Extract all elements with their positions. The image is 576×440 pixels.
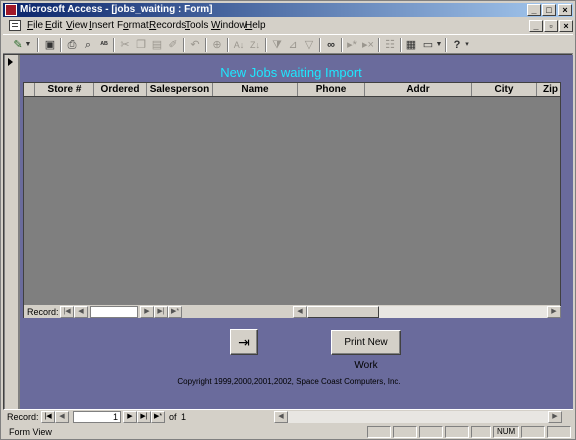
delete-record-icon[interactable]: ▸× [359, 37, 377, 53]
mdi-close-button[interactable]: × [559, 20, 573, 32]
mdi-minimize-button[interactable]: _ [529, 20, 543, 32]
status-panel-8 [547, 426, 571, 438]
subform-record-label: Record: [27, 307, 59, 317]
copyright-notice: Copyright 1999,2000,2001,2002, Space Coa… [177, 377, 401, 386]
menu-view[interactable]: View [66, 20, 88, 32]
window-title: Microsoft Access - [jobs_waiting : Form] [20, 4, 213, 15]
new-record-button[interactable]: ▶* [151, 411, 165, 423]
jobs-subform[interactable]: Store # Ordered Salesperson Name Phone A… [23, 82, 561, 318]
record-number-field[interactable]: 1 [73, 411, 121, 423]
status-panel-4 [445, 426, 469, 438]
status-bar: Form View NUM [3, 425, 573, 439]
hyperlink-icon[interactable]: ⊕ [208, 37, 226, 53]
print-new-work-button[interactable]: Print New Work [331, 330, 401, 371]
title-bar[interactable]: Microsoft Access - [jobs_waiting : Form]… [3, 3, 573, 17]
subform-scroll-left-button[interactable]: ◀ [293, 306, 307, 318]
find-icon[interactable]: ∞ [322, 37, 340, 53]
column-header-ordered[interactable]: Ordered [94, 83, 147, 96]
view-dropdown-icon[interactable]: ▼ [23, 37, 33, 53]
status-panel-3 [419, 426, 443, 438]
current-record-arrow-icon [8, 58, 13, 66]
subform-first-record-button[interactable]: |◀ [60, 306, 74, 318]
menu-tools[interactable]: Tools [185, 20, 208, 32]
spelling-icon[interactable]: ᴬᴮ [95, 37, 113, 53]
status-panel-1 [367, 426, 391, 438]
database-window-icon[interactable]: ▦ [402, 37, 420, 53]
record-navigation-bar: Record: |◀ ◀ 1 ▶ ▶| ▶* of 1 ◀ ▶ [3, 410, 573, 424]
save-icon[interactable]: ▣ [41, 37, 59, 53]
column-header-phone[interactable]: Phone [298, 83, 365, 96]
previous-record-button[interactable]: ◀ [55, 411, 69, 423]
record-selector[interactable] [5, 55, 19, 409]
subform-scroll-right-button[interactable]: ▶ [547, 306, 561, 318]
column-header-zip[interactable]: Zip [537, 83, 560, 96]
menu-edit[interactable]: Edit [45, 20, 62, 32]
access-window: Microsoft Access - [jobs_waiting : Form]… [0, 0, 576, 440]
subform-last-record-button[interactable]: ▶| [154, 306, 168, 318]
status-mode-text: Form View [9, 427, 52, 437]
access-app-icon[interactable] [5, 4, 17, 16]
exit-form-button[interactable]: ⇥ [230, 329, 258, 355]
record-total: 1 [181, 412, 187, 422]
form-horizontal-scrollbar[interactable] [288, 411, 548, 423]
help-dropdown-icon[interactable]: ▾ [463, 37, 471, 53]
status-panel-7 [521, 426, 545, 438]
form-view-toolbar: ✎ ▼ ▣ ⎙ ⌕ ᴬᴮ ✂ ❐ ▤ ✐ ↶ ⊕ A↓ Z↓ ⧩ ⊿ ▽ ∞ ▸… [3, 34, 573, 54]
record-label: Record: [7, 412, 39, 422]
column-header-salesperson[interactable]: Salesperson [147, 83, 213, 96]
subform-previous-record-button[interactable]: ◀ [74, 306, 88, 318]
status-panel-2 [393, 426, 417, 438]
column-header-addr[interactable]: Addr [365, 83, 472, 96]
sort-descending-icon[interactable]: Z↓ [246, 37, 264, 53]
menu-file[interactable]: File [27, 20, 43, 32]
minimize-button[interactable]: _ [527, 4, 541, 16]
close-button[interactable]: × [558, 4, 572, 16]
next-record-button[interactable]: ▶ [123, 411, 137, 423]
status-panel-5 [471, 426, 491, 438]
menu-window[interactable]: Window [211, 20, 247, 32]
menu-insert[interactable]: Insert [89, 20, 114, 32]
undo-icon[interactable]: ↶ [186, 37, 204, 53]
subform-scroll-thumb[interactable] [307, 306, 379, 318]
mdi-restore-button[interactable]: ▫ [544, 20, 558, 32]
first-record-button[interactable]: |◀ [41, 411, 55, 423]
menu-format[interactable]: Format [117, 20, 149, 32]
subform-record-number-field[interactable] [90, 306, 138, 318]
select-all-cell[interactable] [24, 83, 35, 96]
maximize-button[interactable]: □ [542, 4, 556, 16]
exit-door-icon: ⇥ [238, 334, 250, 350]
form-scroll-left-button[interactable]: ◀ [274, 411, 288, 423]
menu-records[interactable]: Records [149, 20, 186, 32]
datasheet-header: Store # Ordered Salesperson Name Phone A… [24, 83, 560, 97]
form-scroll-right-button[interactable]: ▶ [548, 411, 562, 423]
form-document-icon[interactable] [9, 20, 21, 31]
column-header-store[interactable]: Store # [36, 83, 94, 96]
menu-help[interactable]: Help [245, 20, 266, 32]
subform-next-record-button[interactable]: ▶ [140, 306, 154, 318]
last-record-button[interactable]: ▶| [137, 411, 151, 423]
format-painter-icon[interactable]: ✐ [164, 37, 182, 53]
apply-filter-icon[interactable]: ▽ [300, 37, 318, 53]
subform-navigation-bar: Record: |◀ ◀ ▶ ▶| ▶* ◀ ▶ [24, 304, 561, 318]
form-heading: New Jobs waiting Import [220, 65, 362, 80]
new-object-dropdown-icon[interactable]: ▼ [435, 37, 443, 53]
record-of-label: of [169, 412, 177, 422]
subform-new-record-button[interactable]: ▶* [168, 306, 182, 318]
num-lock-indicator: NUM [493, 426, 519, 438]
column-header-name[interactable]: Name [213, 83, 298, 96]
column-header-city[interactable]: City [472, 83, 537, 96]
properties-icon[interactable]: ☷ [381, 37, 399, 53]
menu-bar: File Edit View Insert Format Records Too… [3, 18, 573, 34]
